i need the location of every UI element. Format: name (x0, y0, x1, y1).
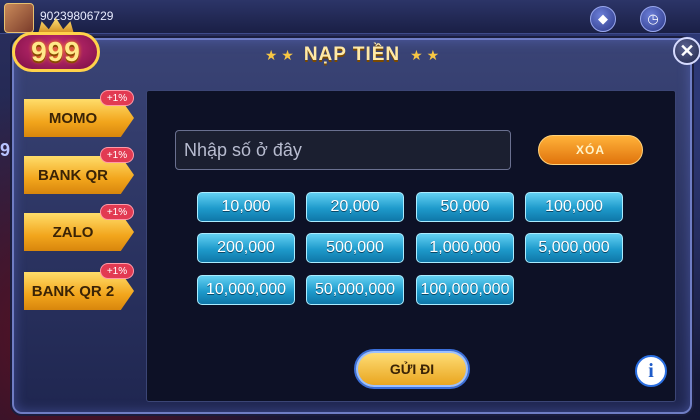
star-icon: ★ ★ (410, 46, 440, 63)
logo-number: 999 (12, 32, 100, 72)
clock-icon[interactable]: ◷ (640, 6, 666, 32)
modal-header: ★ ★ NẠP TIỀN ★ ★ (14, 40, 690, 70)
amount-button[interactable]: 20,000 (306, 192, 404, 222)
clear-button[interactable]: XÓA (538, 135, 643, 165)
tab-bank-qr-2[interactable]: BANK QR 2 +1% (24, 263, 134, 310)
bonus-badge: +1% (100, 263, 134, 279)
amount-button[interactable]: 5,000,000 (525, 233, 623, 263)
amount-input[interactable] (175, 130, 511, 170)
close-icon: ✕ (679, 40, 695, 61)
game-logo: 999 (8, 18, 104, 74)
amount-button[interactable]: 50,000 (416, 192, 514, 222)
star-icon: ★ ★ (264, 46, 294, 63)
info-button[interactable]: i (635, 355, 667, 387)
amount-button[interactable]: 100,000,000 (416, 275, 514, 305)
amount-button[interactable]: 1,000,000 (416, 233, 514, 263)
diamond-icon[interactable]: ◆ (590, 6, 616, 32)
bonus-badge: +1% (100, 147, 134, 163)
tab-bank-qr[interactable]: BANK QR +1% (24, 147, 134, 194)
amount-button[interactable]: 50,000,000 (306, 275, 404, 305)
amount-button[interactable]: 500,000 (306, 233, 404, 263)
tab-momo[interactable]: MOMO +1% (24, 90, 134, 137)
deposit-panel: XÓA 10,000 20,000 50,000 100,000 200,000… (146, 90, 676, 402)
info-icon: i (648, 359, 654, 382)
amount-button[interactable]: 200,000 (197, 233, 295, 263)
bonus-badge: +1% (100, 90, 134, 106)
top-bar: 90239806729 ◆ ◷ (0, 0, 700, 34)
modal-title: NẠP TIỀN (303, 44, 401, 65)
submit-button[interactable]: GỬI ĐI (354, 349, 470, 389)
bonus-badge: +1% (100, 204, 134, 220)
amount-button[interactable]: 100,000 (525, 192, 623, 222)
amount-button[interactable]: 10,000,000 (197, 275, 295, 305)
amount-button[interactable]: 10,000 (197, 192, 295, 222)
tab-zalo[interactable]: ZALO +1% (24, 204, 134, 251)
close-button[interactable]: ✕ (673, 37, 700, 65)
